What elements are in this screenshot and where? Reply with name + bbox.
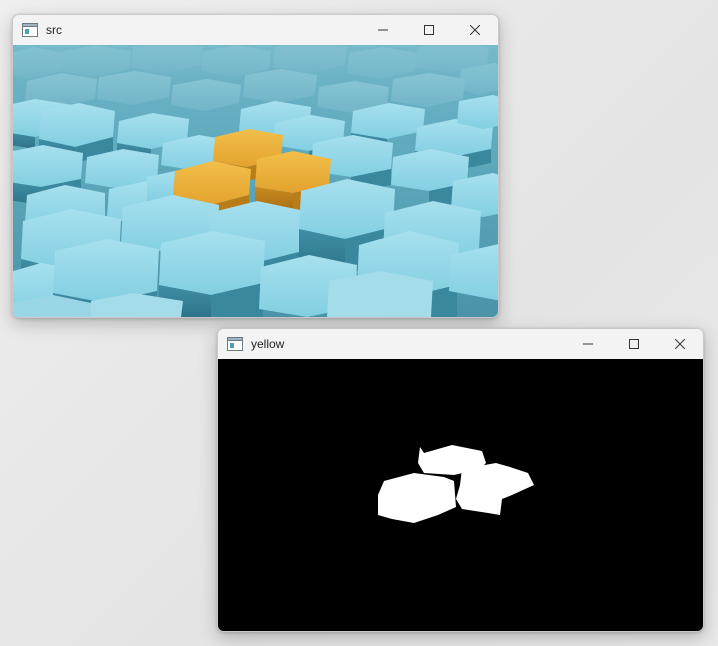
maximize-button[interactable] [611,329,657,359]
maximize-icon [629,339,639,349]
minimize-icon [583,343,593,345]
window-controls [565,329,703,359]
close-button[interactable] [657,329,703,359]
close-button[interactable] [452,15,498,45]
binary-mask-image [218,359,703,631]
yellow-titlebar[interactable]: yellow [218,329,703,359]
desktop: src yellow [0,0,718,646]
minimize-button[interactable] [360,15,406,45]
window-controls [360,15,498,45]
close-icon [470,25,480,35]
minimize-icon [378,29,388,31]
window-title: src [46,23,62,37]
maximize-icon [424,25,434,35]
app-window-icon [22,23,38,37]
hexagon-image [13,45,498,317]
mask-image-canvas [218,359,703,631]
maximize-button[interactable] [406,15,452,45]
src-image-canvas [13,45,498,317]
close-icon [675,339,685,349]
yellow-window[interactable]: yellow [217,328,704,632]
minimize-button[interactable] [565,329,611,359]
src-window[interactable]: src [12,14,499,318]
window-title: yellow [251,337,285,351]
src-titlebar[interactable]: src [13,15,498,45]
app-window-icon [227,337,243,351]
